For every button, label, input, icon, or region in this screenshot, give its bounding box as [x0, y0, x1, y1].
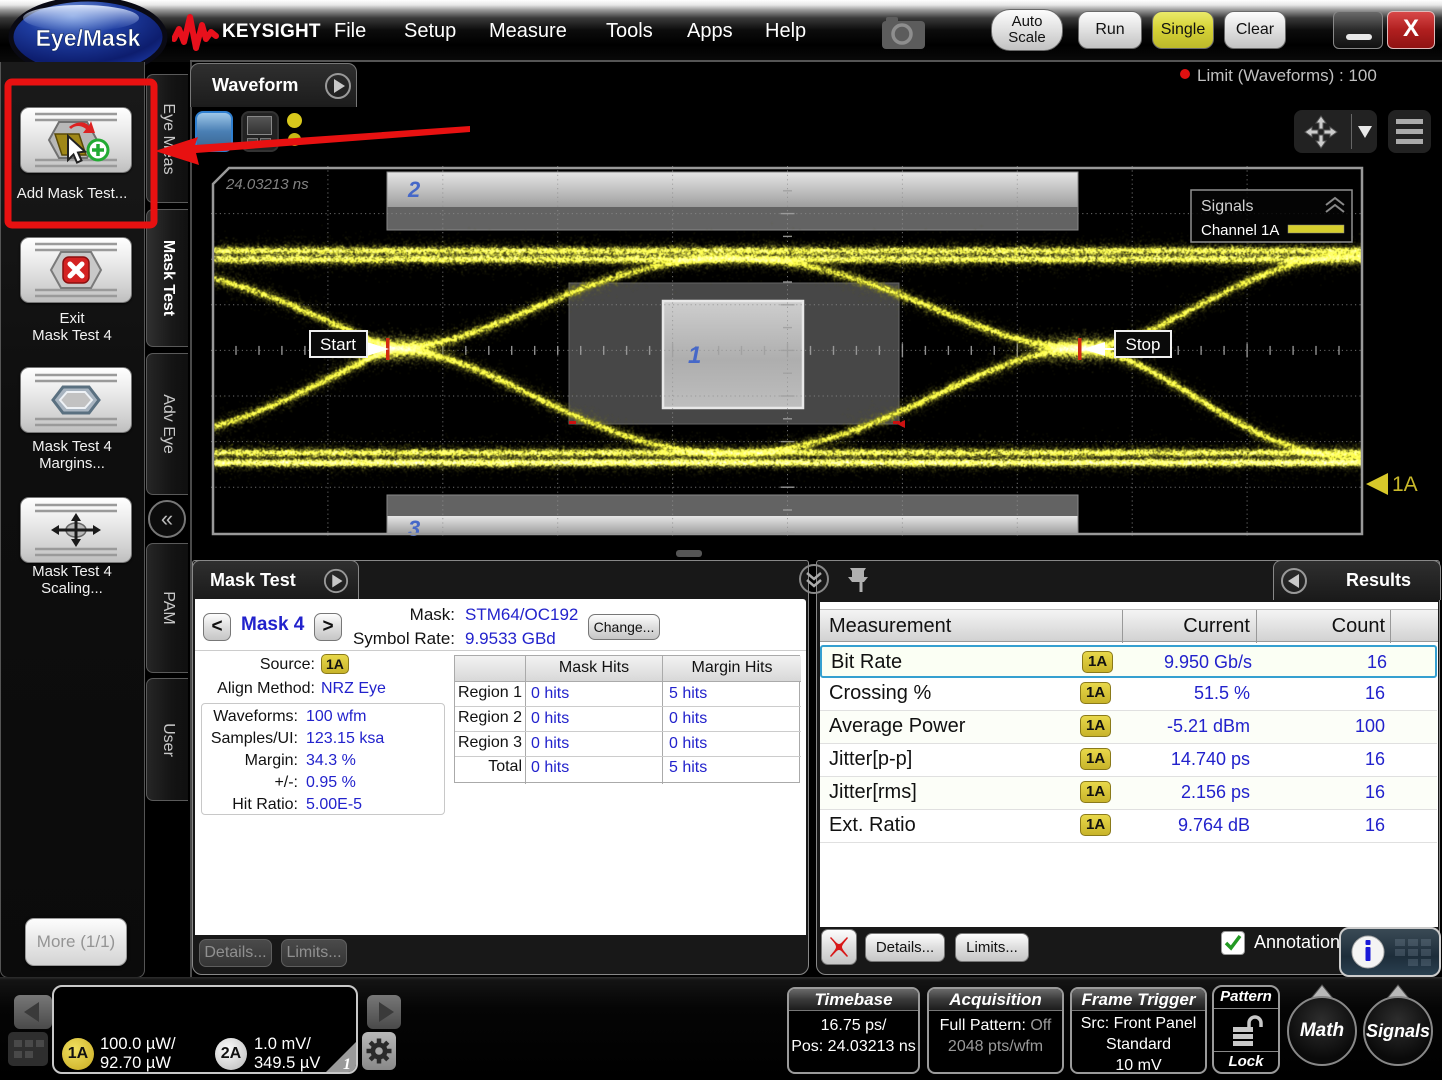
svg-text:Start: Start — [320, 335, 356, 354]
svg-text:1: 1 — [688, 342, 701, 369]
svg-text:24.03213 ns: 24.03213 ns — [225, 176, 309, 193]
svg-text:Signals: Signals — [1201, 198, 1253, 215]
svg-text:Eye/Mask: Eye/Mask — [36, 25, 141, 51]
svg-text:Stop: Stop — [1126, 335, 1161, 354]
svg-text:1: 1 — [343, 1056, 351, 1072]
svg-text:2: 2 — [407, 177, 421, 202]
svg-text:1A: 1A — [1392, 473, 1418, 496]
svg-text:Channel 1A: Channel 1A — [1201, 222, 1279, 239]
